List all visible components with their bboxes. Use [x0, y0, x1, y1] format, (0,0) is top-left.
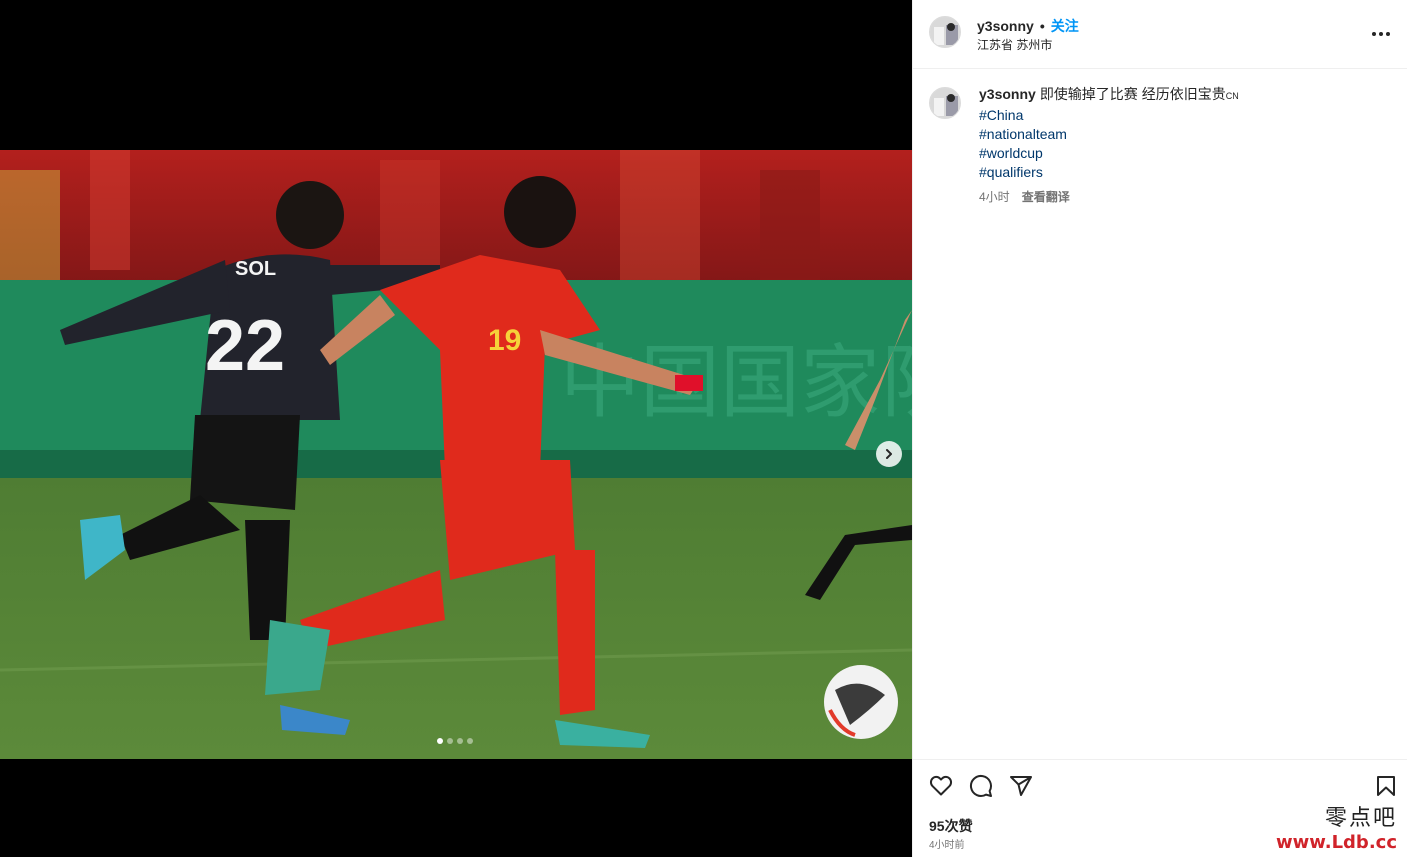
- location-link[interactable]: 江苏省 苏州市: [977, 36, 1052, 53]
- post-side-panel: y3sonny • 关注 江苏省 苏州市 y3sonny 即使输掉了比赛 经历依旧…: [912, 0, 1407, 857]
- header-username[interactable]: y3sonny: [977, 18, 1034, 34]
- carousel-dot: [447, 738, 453, 744]
- caption-username[interactable]: y3sonny: [979, 86, 1036, 102]
- carousel-dot: [457, 738, 463, 744]
- hashtag-link[interactable]: #qualifiers: [979, 163, 1391, 182]
- likes-count[interactable]: 95次赞: [929, 816, 973, 836]
- heart-icon: [929, 775, 953, 796]
- chevron-right-icon: [886, 449, 892, 459]
- share-icon: [1010, 776, 1032, 796]
- jersey-number-22: 22: [205, 306, 285, 386]
- comment-button[interactable]: [969, 774, 993, 798]
- avatar-image: [930, 88, 960, 118]
- site-watermark: 零点吧 www.Ldb.cc: [1276, 806, 1397, 854]
- caption-age: 4小时: [979, 190, 1010, 204]
- post-timestamp: 4小时前: [929, 840, 965, 851]
- more-icon: [1372, 32, 1390, 36]
- watermark-chinese: 零点吧: [1324, 806, 1397, 831]
- comment-icon: [969, 774, 992, 797]
- avatar-image: [930, 17, 960, 47]
- svg-text:中国国家队: 中国国家队: [560, 336, 912, 429]
- carousel-dot: [467, 738, 473, 744]
- soccer-photo: 中国国家队 22 SOL: [0, 150, 912, 759]
- like-button[interactable]: [929, 774, 953, 798]
- header-separator: •: [1039, 18, 1045, 34]
- caption-suffix: CN: [1225, 91, 1239, 101]
- more-options-button[interactable]: [1369, 22, 1393, 46]
- bookmark-icon: [1377, 776, 1395, 796]
- hashtag-link[interactable]: #China: [979, 106, 1391, 125]
- follow-button[interactable]: 关注: [1051, 16, 1079, 36]
- hashtag-link[interactable]: #worldcup: [979, 144, 1391, 163]
- avatar[interactable]: [929, 87, 961, 119]
- post-photo[interactable]: 中国国家队 22 SOL: [0, 150, 912, 759]
- carousel-indicator: [437, 738, 473, 744]
- post-header: y3sonny • 关注 江苏省 苏州市: [913, 0, 1407, 69]
- jersey-name: SOL: [235, 258, 276, 280]
- carousel-next-button[interactable]: [876, 441, 902, 467]
- share-button[interactable]: [1009, 774, 1033, 798]
- jersey-number-19: 19: [488, 324, 521, 357]
- carousel-dot: [437, 738, 443, 744]
- post-media: 中国国家队 22 SOL: [0, 0, 912, 857]
- caption-text: 即使输掉了比赛 经历依旧宝贵: [1039, 86, 1226, 102]
- post-caption: y3sonny 即使输掉了比赛 经历依旧宝贵CN #China #national…: [929, 85, 1391, 207]
- save-button[interactable]: [1374, 774, 1398, 798]
- watermark-url: www.Ldb.cc: [1276, 832, 1397, 853]
- see-translation-button[interactable]: 查看翻译: [1022, 188, 1070, 207]
- avatar[interactable]: [929, 16, 961, 48]
- hashtag-link[interactable]: #nationalteam: [979, 125, 1391, 144]
